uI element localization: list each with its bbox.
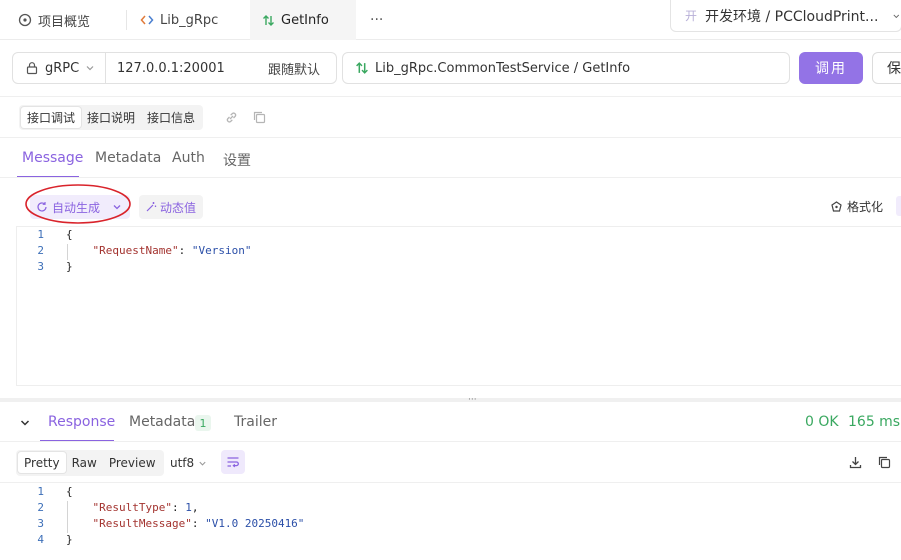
host-input[interactable]: 127.0.0.1:20001 跟随默认 bbox=[105, 52, 337, 84]
tab-metadata[interactable]: Metadata bbox=[95, 150, 161, 166]
environment-label: 开发环境 / PCCloudPrint... bbox=[705, 8, 879, 25]
chevron-down-icon bbox=[199, 461, 206, 466]
response-line-numbers: 1 2 3 4 bbox=[37, 485, 44, 546]
tab-interface-doc[interactable]: 接口说明 bbox=[81, 107, 141, 128]
encoding-selector[interactable]: utf8 bbox=[170, 456, 207, 470]
magic-wand-icon bbox=[146, 202, 157, 212]
tab-lib-grpc[interactable]: Lib_gRpc bbox=[140, 0, 240, 40]
tab-divider bbox=[126, 10, 127, 30]
interface-sub-tabs: 接口调试 接口说明 接口信息 bbox=[19, 105, 204, 130]
copy-icon[interactable] bbox=[877, 455, 892, 470]
divider bbox=[0, 96, 901, 97]
wrap-lines-icon bbox=[227, 457, 239, 468]
more-tabs-button[interactable]: ··· bbox=[370, 0, 390, 40]
tab-label: Lib_gRpc bbox=[160, 12, 219, 28]
tab-trailer[interactable]: Trailer bbox=[234, 414, 277, 430]
host-mode-selector[interactable]: 跟随默认 bbox=[268, 59, 320, 78]
json-key: "RequestName" bbox=[92, 244, 179, 257]
project-overview-icon bbox=[18, 13, 32, 27]
status-code: 0 OK bbox=[805, 414, 839, 430]
format-label: 格式化 bbox=[847, 200, 884, 214]
tab-auth[interactable]: Auth bbox=[172, 150, 205, 166]
tab-interface-debug[interactable]: 接口调试 bbox=[21, 107, 82, 128]
view-pretty[interactable]: Pretty bbox=[18, 452, 66, 473]
copy-icon[interactable] bbox=[252, 110, 267, 125]
host-value: 127.0.0.1:20001 bbox=[117, 60, 225, 76]
divider bbox=[0, 137, 901, 138]
invoke-button[interactable]: 调用 bbox=[799, 52, 863, 84]
view-preview[interactable]: Preview bbox=[103, 452, 162, 473]
tab-message[interactable]: Message bbox=[22, 150, 83, 166]
panel-splitter[interactable] bbox=[0, 398, 901, 402]
view-raw[interactable]: Raw bbox=[66, 452, 103, 473]
request-line-numbers: 1 2 3 bbox=[37, 228, 44, 273]
json-string-value: "Version" bbox=[191, 244, 252, 257]
grpc-arrows-icon bbox=[356, 62, 368, 74]
word-wrap-toggle[interactable] bbox=[221, 450, 245, 474]
code-brackets-icon bbox=[140, 15, 154, 25]
divider bbox=[0, 177, 901, 178]
environment-badge: 开 bbox=[685, 9, 698, 23]
link-icon[interactable] bbox=[224, 110, 239, 125]
json-string-value: "V1.0 20250416" bbox=[205, 517, 305, 530]
response-view-modes: Pretty Raw Preview bbox=[16, 450, 164, 476]
download-icon[interactable] bbox=[848, 455, 863, 470]
tab-settings[interactable]: 设置 bbox=[223, 150, 251, 170]
tab-interface-info[interactable]: 接口信息 bbox=[141, 107, 201, 128]
method-path-value: Lib_gRpc.CommonTestService / GetInfo bbox=[375, 60, 631, 76]
protocol-selector[interactable]: gRPC bbox=[12, 52, 106, 84]
chevron-down-icon bbox=[86, 66, 94, 71]
request-code: { "RequestName": "Version"} bbox=[66, 228, 252, 273]
json-number-value: 1 bbox=[185, 501, 192, 514]
tab-label: GetInfo bbox=[281, 12, 329, 28]
format-button[interactable]: 格式化 bbox=[830, 198, 883, 215]
save-button[interactable]: 保 bbox=[872, 52, 901, 84]
tab-response[interactable]: Response bbox=[48, 414, 115, 430]
lock-icon bbox=[26, 62, 38, 75]
response-time: 165 ms bbox=[848, 414, 901, 430]
grpc-arrows-icon bbox=[263, 14, 274, 26]
tab-project-overview[interactable]: 项目概览 bbox=[18, 0, 122, 40]
divider bbox=[0, 441, 901, 442]
annotation-circle bbox=[25, 184, 131, 224]
collapse-chevron-icon[interactable] bbox=[19, 417, 31, 429]
json-key: "ResultType" bbox=[92, 501, 172, 514]
tab-response-metadata[interactable]: Metadata bbox=[129, 414, 195, 430]
dynamic-value-label: 动态值 bbox=[160, 200, 197, 215]
environment-selector[interactable]: 开 开发环境 / PCCloudPrint... bbox=[670, 0, 901, 32]
response-code[interactable]: { "ResultType": 1, "ResultMessage": "V1.… bbox=[66, 484, 304, 548]
drag-handle-icon[interactable]: ··· bbox=[468, 396, 477, 405]
protocol-label: gRPC bbox=[45, 60, 80, 76]
tab-label: 项目概览 bbox=[38, 14, 91, 30]
divider bbox=[0, 482, 901, 483]
dynamic-value-button[interactable]: 动态值 bbox=[139, 195, 203, 219]
json-key: "ResultMessage" bbox=[92, 517, 192, 530]
method-path-input[interactable]: Lib_gRpc.CommonTestService / GetInfo bbox=[342, 52, 790, 84]
tab-getinfo[interactable]: GetInfo bbox=[250, 0, 356, 40]
metadata-count-badge: 1 bbox=[195, 415, 211, 431]
toolbar-overflow-button[interactable] bbox=[896, 196, 901, 216]
encoding-label: utf8 bbox=[170, 456, 195, 470]
chevron-down-icon bbox=[893, 14, 900, 18]
format-icon bbox=[831, 201, 842, 212]
